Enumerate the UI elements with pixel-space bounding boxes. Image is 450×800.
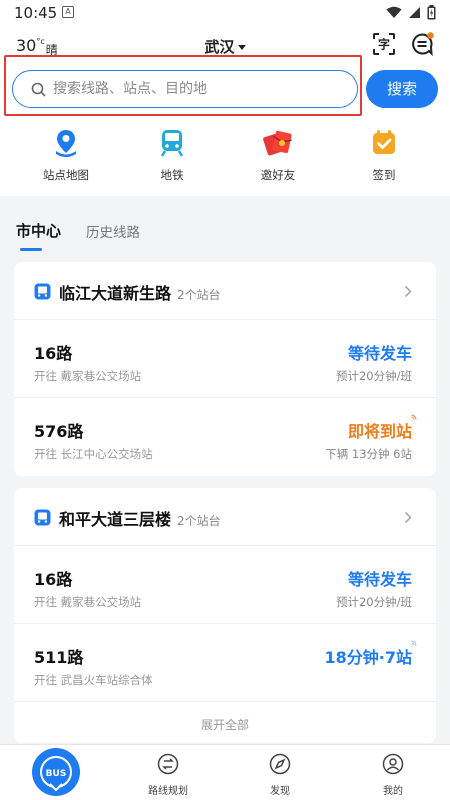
stop-name-text: 临江大道新生路	[59, 284, 172, 303]
tab-history-routes[interactable]: 历史线路	[86, 221, 140, 241]
messages-button[interactable]	[410, 32, 434, 57]
nav-label: 我的	[383, 786, 403, 797]
quick-nav-label: 站点地图	[43, 168, 89, 182]
route-row[interactable]: 16路 开往 戴家巷公交场站 等待发车 预计20分钟/班	[14, 320, 436, 398]
route-status: 18分钟·7站	[324, 648, 412, 667]
platform-count: 2个站台	[177, 514, 221, 528]
search-input[interactable]	[53, 77, 343, 101]
bus-home-label: BUS	[46, 769, 67, 779]
compass-icon	[269, 753, 291, 775]
nav-discover[interactable]: 发现	[245, 753, 315, 797]
route-name: 16路	[34, 344, 73, 363]
quick-nav-subway[interactable]: 地铁	[132, 128, 212, 183]
route-row[interactable]: 16路 开往 戴家巷公交场站 等待发车 预计20分钟/班	[14, 546, 436, 624]
nav-label: 路线规划	[148, 786, 188, 797]
route-destination: 开往 武昌火车站综合体	[34, 673, 153, 687]
stop-name: 和平大道三层楼 2个站台	[59, 506, 221, 530]
status-bar: 10:45 A	[0, 0, 450, 26]
quick-nav: 站点地图 地铁 邀好友 签到	[0, 128, 450, 188]
stop-header[interactable]: 和平大道三层楼 2个站台	[14, 488, 436, 546]
quick-nav-station-map[interactable]: 站点地图	[26, 128, 106, 183]
status-icons	[386, 5, 436, 20]
chevron-right-icon	[404, 285, 412, 298]
quick-nav-label: 签到	[372, 168, 396, 182]
subway-icon	[157, 128, 187, 158]
ocr-icon-char: 字	[378, 37, 390, 52]
quick-nav-invite[interactable]: 邀好友	[238, 128, 318, 183]
quick-nav-checkin[interactable]: 签到	[344, 128, 424, 183]
route-destination: 开往 长江中心公交场站	[34, 447, 153, 461]
realtime-signal-icon	[411, 414, 417, 420]
nav-profile[interactable]: 我的	[358, 753, 428, 797]
unread-dot-icon	[427, 32, 434, 39]
chevron-right-icon	[404, 511, 412, 524]
quick-nav-label: 邀好友	[260, 168, 296, 182]
route-destination: 开往 戴家巷公交场站	[34, 369, 142, 383]
tabs: 市中心 历史线路	[0, 210, 450, 251]
stop-name-text: 和平大道三层楼	[59, 510, 172, 529]
stop-card: 和平大道三层楼 2个站台 16路 开往 戴家巷公交场站 等待发车 预计20分钟/班…	[14, 488, 436, 743]
bus-home-icon: BUS	[40, 756, 72, 792]
map-pin-icon	[51, 128, 81, 158]
route-row[interactable]: 576路 开往 长江中心公交场站 即将到站 下辆 13分钟 6站	[14, 398, 436, 476]
quick-nav-label: 地铁	[160, 168, 184, 182]
scan-frame-icon: 字	[373, 33, 395, 55]
nav-route-plan[interactable]: 路线规划	[133, 753, 203, 797]
message-icon	[412, 32, 434, 57]
route-frequency: 预计20分钟/班	[335, 369, 412, 383]
bottom-nav: BUS 路线规划 发现 我的	[0, 744, 450, 800]
nav-bus-home[interactable]: BUS	[32, 748, 80, 796]
nav-label: 发现	[270, 786, 290, 797]
route-destination: 开往 戴家巷公交场站	[34, 595, 142, 609]
user-icon	[382, 753, 404, 775]
platform-count: 2个站台	[177, 288, 221, 302]
checkin-icon	[369, 128, 399, 158]
status-time: 10:45	[14, 4, 58, 22]
red-envelope-icon	[263, 128, 293, 158]
search-icon	[31, 82, 46, 97]
realtime-signal-icon	[411, 640, 417, 646]
route-plan-icon	[157, 753, 179, 775]
route-name: 16路	[34, 570, 73, 589]
search-box[interactable]	[12, 70, 358, 108]
route-name: 576路	[34, 422, 84, 441]
stop-name: 临江大道新生路 2个站台	[59, 280, 221, 304]
expand-all-button[interactable]: 展开全部	[14, 716, 436, 733]
route-status: 等待发车	[347, 570, 412, 589]
route-next-bus: 下辆 13分钟 6站	[325, 447, 412, 461]
header-icons: 字	[372, 32, 434, 57]
city-name: 武汉	[204, 38, 235, 56]
caret-down-icon	[237, 45, 246, 50]
route-name: 511路	[34, 648, 84, 667]
route-frequency: 预计20分钟/班	[335, 595, 412, 609]
route-row[interactable]: 511路 开往 武昌火车站综合体 18分钟·7站	[14, 624, 436, 702]
search-button[interactable]: 搜索	[366, 70, 438, 108]
notification-icon: A	[62, 6, 74, 18]
route-status: 等待发车	[347, 344, 412, 363]
wifi-icon	[386, 6, 402, 18]
route-status: 即将到站	[347, 422, 412, 441]
stop-header[interactable]: 临江大道新生路 2个站台	[14, 262, 436, 320]
tab-city-center[interactable]: 市中心	[16, 220, 61, 251]
bus-stop-icon	[34, 283, 51, 300]
battery-icon	[427, 5, 436, 20]
bus-stop-icon	[34, 509, 51, 526]
stop-card: 临江大道新生路 2个站台 16路 开往 戴家巷公交场站 等待发车 预计20分钟/班…	[14, 262, 436, 476]
cell-signal-icon	[409, 7, 420, 18]
ocr-scan-button[interactable]: 字	[372, 32, 396, 56]
